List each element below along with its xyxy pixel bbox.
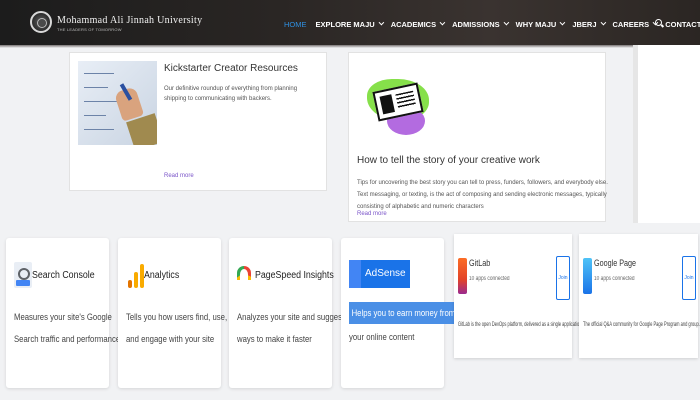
project-name: Google Page: [594, 258, 637, 268]
analytics-bar-icon: [128, 280, 132, 288]
tool-description: your online content: [349, 332, 415, 342]
whiteboard-line: [84, 101, 118, 102]
chevron-down-icon: [378, 19, 384, 26]
analytics-bar-icon: [134, 272, 138, 288]
join-button[interactable]: Join: [556, 256, 570, 300]
main-menu: HOME EXPLORE MAJU ACADEMICS ADMISSIONS W…: [284, 18, 700, 30]
article-card: How to tell the story of your creative w…: [348, 52, 608, 222]
search-console-icon: [14, 262, 32, 288]
chevron-down-icon: [600, 19, 606, 26]
tool-description-selected: Helps you to earn money from: [349, 302, 458, 324]
project-card-gitlab[interactable]: GitLab 10 apps connected Join GitLab is …: [454, 234, 607, 358]
menu-item-careers[interactable]: CAREERS: [613, 18, 659, 30]
menu-item-academics[interactable]: ACADEMICS: [391, 18, 446, 30]
article-title[interactable]: Kickstarter Creator Resources: [164, 63, 298, 74]
join-button[interactable]: Join: [682, 256, 696, 300]
brand-tagline: THE LEADERS OF TOMORROW: [57, 27, 122, 32]
menu-item-contact[interactable]: CONTACT: [665, 18, 700, 30]
tool-card-search-console[interactable]: Search Console Measures your site's Goog…: [6, 238, 120, 388]
side-panel: [633, 45, 700, 223]
menu-item-jberj[interactable]: JBERJ: [572, 18, 606, 30]
tool-description: Tells you how users find, use, and engage…: [126, 312, 228, 344]
menu-item-admissions[interactable]: ADMISSIONS: [452, 18, 509, 30]
top-navbar: Mohammad Ali Jinnah University THE LEADE…: [0, 0, 700, 45]
tool-description: Measures your site's Google Search traffi…: [14, 312, 121, 344]
article-excerpt: Our definitive roundup of everything fro…: [164, 86, 298, 102]
newspaper-image: [361, 61, 434, 144]
read-more-link[interactable]: Read more: [357, 211, 387, 217]
tool-card-analytics[interactable]: Analytics Tells you how users find, use,…: [118, 238, 227, 388]
university-logo-icon[interactable]: [30, 11, 52, 33]
menu-item-home[interactable]: HOME: [284, 18, 307, 30]
menu-item-why-maju[interactable]: WHY MAJU: [516, 18, 566, 30]
article-card: Kickstarter Creator Resources Our defini…: [69, 52, 327, 191]
project-meta: 10 apps connected: [469, 276, 510, 282]
page: Mohammad Ali Jinnah University THE LEADE…: [0, 0, 700, 400]
tool-name: AdSense: [361, 260, 410, 288]
whiteboard-line: [84, 115, 106, 116]
chevron-down-icon: [439, 19, 446, 26]
whiteboard-line: [84, 129, 114, 130]
pagespeed-icon: [237, 266, 251, 280]
chevron-down-icon: [503, 19, 509, 26]
brand-name[interactable]: Mohammad Ali Jinnah University: [57, 15, 202, 26]
google-page-logo-icon: [583, 258, 592, 294]
project-description: The official Q&A community for Google Pa…: [583, 321, 700, 328]
read-more-link[interactable]: Read more: [164, 173, 194, 179]
menu-item-explore-maju[interactable]: EXPLORE MAJU: [316, 18, 384, 30]
adsense-icon: [349, 260, 361, 288]
article-excerpt: Tips for uncovering the best story you c…: [357, 180, 608, 210]
analytics-icon: [126, 262, 144, 288]
project-meta: 10 apps connected: [594, 276, 635, 282]
scrollbar[interactable]: [633, 45, 638, 223]
search-icon[interactable]: [655, 19, 662, 26]
project-name: GitLab: [469, 258, 491, 268]
chevron-down-icon: [559, 19, 566, 26]
tool-name: PageSpeed Insights: [255, 270, 334, 281]
tool-card-pagespeed[interactable]: PageSpeed Insights Analyzes your site an…: [229, 238, 348, 388]
header-shadow: [0, 45, 700, 48]
gitlab-logo-icon: [458, 258, 467, 294]
whiteboard-line: [84, 87, 108, 88]
article-title[interactable]: How to tell the story of your creative w…: [357, 155, 540, 166]
tool-name: Analytics: [144, 270, 180, 281]
tool-description: Analyzes your site and suggests ways to m…: [237, 312, 349, 344]
hand-shape: [113, 86, 145, 122]
whiteboard-line: [84, 73, 114, 74]
project-card-google-page[interactable]: Google Page 10 apps connected Join The o…: [579, 234, 700, 358]
whiteboard-image: [78, 61, 157, 145]
tool-card-adsense[interactable]: AdSense Helps you to earn money from you…: [341, 238, 458, 388]
tool-name: Search Console: [32, 270, 95, 281]
